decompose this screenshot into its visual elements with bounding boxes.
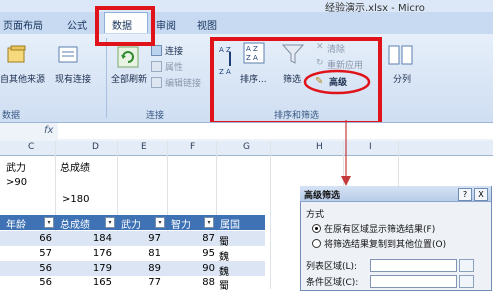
cell-total[interactable]: 176 [86,248,112,259]
criteria-value-total[interactable]: >180 [62,194,89,205]
cell-age[interactable]: 56 [26,263,52,274]
fx-icon[interactable]: fx [44,125,53,136]
column-header-h[interactable]: H [316,142,323,152]
formula-input[interactable] [58,123,493,139]
filter-dropdown-icon[interactable]: ▾ [204,217,214,228]
properties-icon [151,61,162,72]
criteria-range-input[interactable] [370,275,457,288]
tab-formulas[interactable]: 公式 [67,17,87,32]
database-icon [7,45,26,63]
tab-view[interactable]: 视图 [197,17,217,32]
list-range-input[interactable] [370,259,457,272]
dialog-title: 高级筛选 [304,191,341,201]
help-button[interactable]: ? [458,188,472,201]
column-header-c[interactable]: C [28,142,34,152]
group-label-connections: 连接 [146,111,165,121]
properties-button[interactable]: 属性 [165,60,183,73]
option-in-place-label: 在原有区域显示筛选结果(F) [324,225,436,235]
close-button[interactable]: X [474,188,488,201]
cell-force[interactable]: 81 [135,248,161,259]
cell-force[interactable]: 77 [135,277,161,288]
highlight-data-tab [95,6,155,46]
text-to-columns-icon [388,45,413,65]
header-total[interactable]: 总成绩 [60,216,90,231]
cell-total[interactable]: 184 [86,233,112,244]
range-picker-icon[interactable] [459,259,474,272]
filter-dropdown-icon[interactable]: ▾ [44,217,54,228]
annotation-arrow [341,120,351,186]
cell-intel[interactable]: 87 [189,233,215,244]
connections-button[interactable]: 连接 [165,44,183,57]
edit-links-button[interactable]: 编辑链接 [165,76,201,89]
radio-selected-dot [315,227,318,230]
list-range-label: 列表区域(L): [306,262,358,272]
cell-age[interactable]: 56 [26,277,52,288]
filter-dropdown-icon[interactable]: ▾ [105,217,115,228]
header-force[interactable]: 武力 [121,216,141,231]
gridline [270,141,271,289]
criteria-header-force[interactable]: 武力 [6,159,26,174]
refresh-all-button[interactable]: 全部刷新 [111,72,147,85]
cell-intel[interactable]: 88 [189,277,215,288]
group-label-external: 数据 [2,111,21,121]
criteria-range-label: 条件区域(C): [306,278,359,288]
existing-connections-icon [58,46,78,63]
header-age[interactable]: 年龄 [6,216,26,231]
column-header-e[interactable]: E [141,142,147,152]
filter-dropdown-icon[interactable]: ▾ [155,217,165,228]
edit-links-icon [151,77,162,88]
cell-total[interactable]: 165 [86,277,112,288]
cell-intel[interactable]: 95 [189,248,215,259]
criteria-header-total[interactable]: 总成绩 [60,159,90,174]
header-intel[interactable]: 智力 [171,216,191,231]
cell-force[interactable]: 97 [135,233,161,244]
range-picker-icon[interactable] [459,275,474,288]
text-to-columns-button[interactable]: 分列 [393,72,411,85]
tab-review[interactable]: 审阅 [156,17,176,32]
radio-copy-to[interactable] [312,239,321,248]
highlight-sort-filter-group [210,37,382,125]
cell-age[interactable]: 57 [26,248,52,259]
cell-age[interactable]: 66 [26,233,52,244]
cell-state[interactable]: 蜀 [219,277,229,292]
cell-intel[interactable]: 90 [189,263,215,274]
column-header-f[interactable]: F [190,142,195,152]
cell-force[interactable]: 89 [135,263,161,274]
column-header-d[interactable]: D [92,142,99,152]
existing-connections-button[interactable]: 现有连接 [55,72,91,85]
mode-section-label: 方式 [306,210,325,220]
get-external-data-button[interactable]: 自其他来源 [0,72,45,85]
option-copy-to-label: 将筛选结果复制到其他位置(O) [324,240,447,250]
tab-page-layout[interactable]: 页面布局 [3,17,43,32]
criteria-value-force[interactable]: >90 [6,177,27,188]
refresh-icon [117,46,139,68]
connections-icon [151,45,162,56]
column-header-i[interactable]: I [369,142,372,152]
cell-total[interactable]: 179 [86,263,112,274]
ribbon-separator [106,38,107,118]
column-header-g[interactable]: G [243,142,250,152]
header-state[interactable]: 属国 [220,216,240,231]
